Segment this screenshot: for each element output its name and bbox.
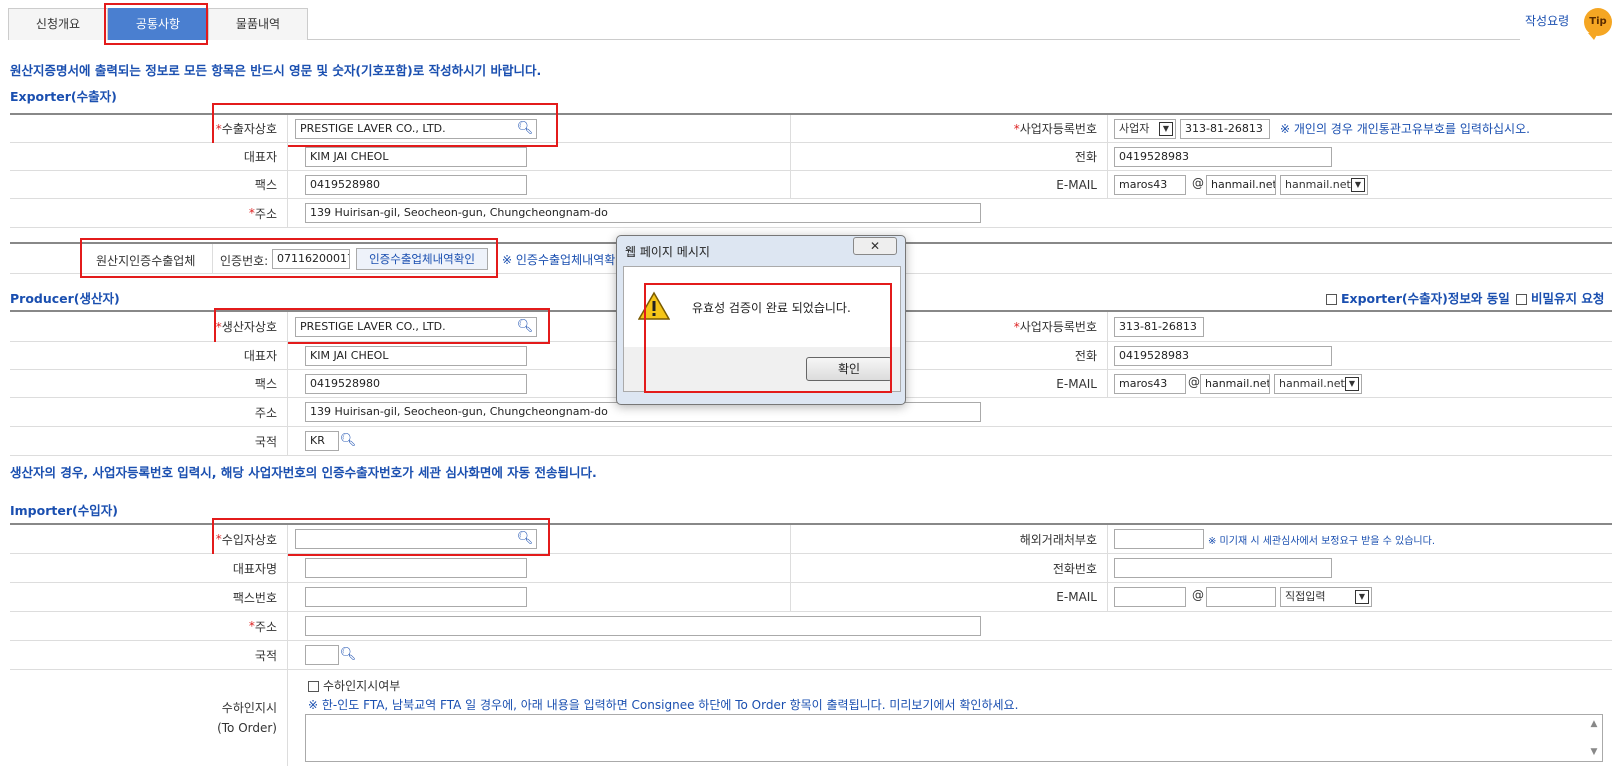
importer-fax-input[interactable] <box>305 587 527 607</box>
tab-overview[interactable]: 신청개요 <box>8 8 108 40</box>
producer-email-select[interactable]: hanmail.net ▼ <box>1274 374 1362 394</box>
cert-hint: ※ 인증수출업체내역확 <box>502 253 616 267</box>
to-order-label-en: (To Order) <box>217 721 277 735</box>
exporter-phone-label: 전화 <box>790 143 1108 170</box>
exporter-email-user[interactable]: maros43 <box>1114 175 1186 195</box>
guide-link[interactable]: 작성요령 <box>1525 12 1569 29</box>
exporter-title: Exporter(수출자) <box>10 89 117 104</box>
chevron-down-icon: ▼ <box>1345 377 1359 391</box>
producer-fax-input[interactable]: 0419528980 <box>305 374 527 394</box>
importer-email-label: E-MAIL <box>790 583 1108 611</box>
producer-addr-label: 주소 <box>10 398 288 426</box>
importer-row-rep: 대표자명 전화번호 <box>10 554 1612 583</box>
exporter-email-select[interactable]: hanmail.net ▼ <box>1280 175 1368 195</box>
highlight-exporter-name <box>212 103 558 147</box>
producer-row-country: 국적 KR 🔍︎ <box>10 427 1612 456</box>
exporter-row-addr: * 주소 139 Huirisan-gil, Seocheon-gun, Chun… <box>10 199 1612 228</box>
exporter-fax-input[interactable]: 0419528980 <box>305 175 527 195</box>
importer-row-country: 국적 🔍︎ <box>10 641 1612 670</box>
producer-country-label: 국적 <box>10 427 288 455</box>
exporter-reg-label: 사업자등록번호 <box>1019 122 1097 136</box>
highlight-producer-name <box>214 308 550 344</box>
importer-overseas-label: 해외거래처부호 <box>790 525 1108 553</box>
importer-email-domain[interactable] <box>1206 587 1276 607</box>
importer-phone-label: 전화번호 <box>790 554 1108 582</box>
keep-secret-checkbox[interactable]: 비밀유지 요청 <box>1516 288 1604 307</box>
scroll-down-icon[interactable]: ▼ <box>1588 747 1600 757</box>
exporter-phone-input[interactable]: 0419528983 <box>1114 147 1332 167</box>
importer-row-to-order: 수하인지시 (To Order) 수하인지시여부 ※ 한-인도 FTA, 남북교… <box>10 670 1612 766</box>
exporter-reg-type-select[interactable]: 사업자 ▼ <box>1114 119 1176 139</box>
to-order-checkbox[interactable]: 수하인지시여부 <box>308 677 400 694</box>
producer-email-domain[interactable]: hanmail.net <box>1200 374 1270 394</box>
notice-producer: 생산자의 경우, 사업자등록번호 입력시, 해당 사업자번호의 인증수출자번호가… <box>10 465 597 480</box>
importer-title: Importer(수입자) <box>10 503 118 518</box>
importer-email-select[interactable]: 직접입력 ▼ <box>1280 587 1372 607</box>
tab-items[interactable]: 물품내역 <box>208 8 308 40</box>
importer-row-addr: * 주소 <box>10 612 1612 641</box>
highlight-dialog <box>644 283 892 393</box>
highlight-tab <box>104 3 208 45</box>
exporter-email-domain[interactable]: hanmail.net <box>1206 175 1276 195</box>
exporter-rep-label: 대표자 <box>10 143 288 170</box>
dialog-title: 웹 페이지 메시지 <box>625 245 710 259</box>
producer-reg-label: 사업자등록번호 <box>1019 320 1097 334</box>
importer-rep-label: 대표자명 <box>10 554 288 582</box>
close-button[interactable]: ✕ <box>853 237 897 255</box>
producer-reg-input[interactable]: 313-81-26813 <box>1114 317 1204 337</box>
exporter-row-fax: 팩스 0419528980 E-MAIL maros43 @ hanmail.n… <box>10 171 1612 199</box>
exporter-addr-label: 주소 <box>254 206 277 221</box>
importer-row-fax: 팩스번호 E-MAIL @ 직접입력 ▼ <box>10 583 1612 612</box>
highlight-importer-name <box>212 518 550 556</box>
importer-email-user[interactable] <box>1114 587 1186 607</box>
exporter-reg-input[interactable]: 313-81-26813 <box>1180 119 1270 139</box>
producer-email-user[interactable]: maros43 <box>1114 374 1186 394</box>
exporter-addr-input[interactable]: 139 Huirisan-gil, Seocheon-gun, Chungche… <box>305 203 981 223</box>
producer-rep-input[interactable]: KIM JAI CHEOL <box>305 346 527 366</box>
importer-country-input[interactable] <box>305 645 339 665</box>
tip-icon[interactable]: Tip <box>1584 8 1612 40</box>
chevron-down-icon: ▼ <box>1351 178 1365 192</box>
to-order-label: 수하인지시 <box>221 701 277 715</box>
highlight-cert <box>80 238 498 278</box>
exporter-fax-label: 팩스 <box>10 171 288 198</box>
importer-overseas-hint: ※ 미기재 시 세관심사에서 보정요구 받을 수 있습니다. <box>1208 536 1436 547</box>
producer-title: Producer(생산자) <box>10 291 120 306</box>
producer-rep-label: 대표자 <box>10 342 288 369</box>
importer-phone-input[interactable] <box>1114 558 1332 578</box>
tab-bar: 신청개요 공통사항 물품내역 <box>8 8 1520 40</box>
producer-addr-input[interactable]: 139 Huirisan-gil, Seocheon-gun, Chungche… <box>305 402 981 422</box>
exporter-email-label: E-MAIL <box>790 171 1108 198</box>
exporter-row-rep: 대표자 KIM JAI CHEOL 전화 0419528983 <box>10 143 1612 171</box>
importer-country-label: 국적 <box>10 641 288 669</box>
search-icon[interactable]: 🔍︎ <box>339 646 357 664</box>
exporter-reg-hint: ※ 개인의 경우 개인통관고유부호를 입력하십시오. <box>1280 122 1530 136</box>
producer-country-input[interactable]: KR <box>305 431 339 451</box>
producer-fax-label: 팩스 <box>10 370 288 397</box>
importer-rep-input[interactable] <box>305 558 527 578</box>
importer-overseas-input[interactable] <box>1114 529 1204 549</box>
chevron-down-icon: ▼ <box>1355 590 1369 604</box>
exporter-rep-input[interactable]: KIM JAI CHEOL <box>305 147 527 167</box>
notice-top: 원산지증명서에 출력되는 정보로 모든 항목은 반드시 영문 및 숫자(기호포함… <box>10 63 542 78</box>
to-order-hint: ※ 한-인도 FTA, 남북교역 FTA 일 경우에, 아래 내용을 입력하면 … <box>308 698 1019 712</box>
importer-addr-input[interactable] <box>305 616 981 636</box>
chevron-down-icon: ▼ <box>1159 122 1173 136</box>
importer-fax-label: 팩스번호 <box>10 583 288 611</box>
scroll-up-icon[interactable]: ▲ <box>1588 719 1600 729</box>
importer-addr-label: 주소 <box>254 619 277 634</box>
to-order-textarea[interactable]: ▲ ▼ <box>305 714 1603 762</box>
search-icon[interactable]: 🔍︎ <box>339 432 357 450</box>
same-as-exporter-checkbox[interactable]: Exporter(수출자)정보와 동일 <box>1326 288 1510 307</box>
producer-phone-input[interactable]: 0419528983 <box>1114 346 1332 366</box>
